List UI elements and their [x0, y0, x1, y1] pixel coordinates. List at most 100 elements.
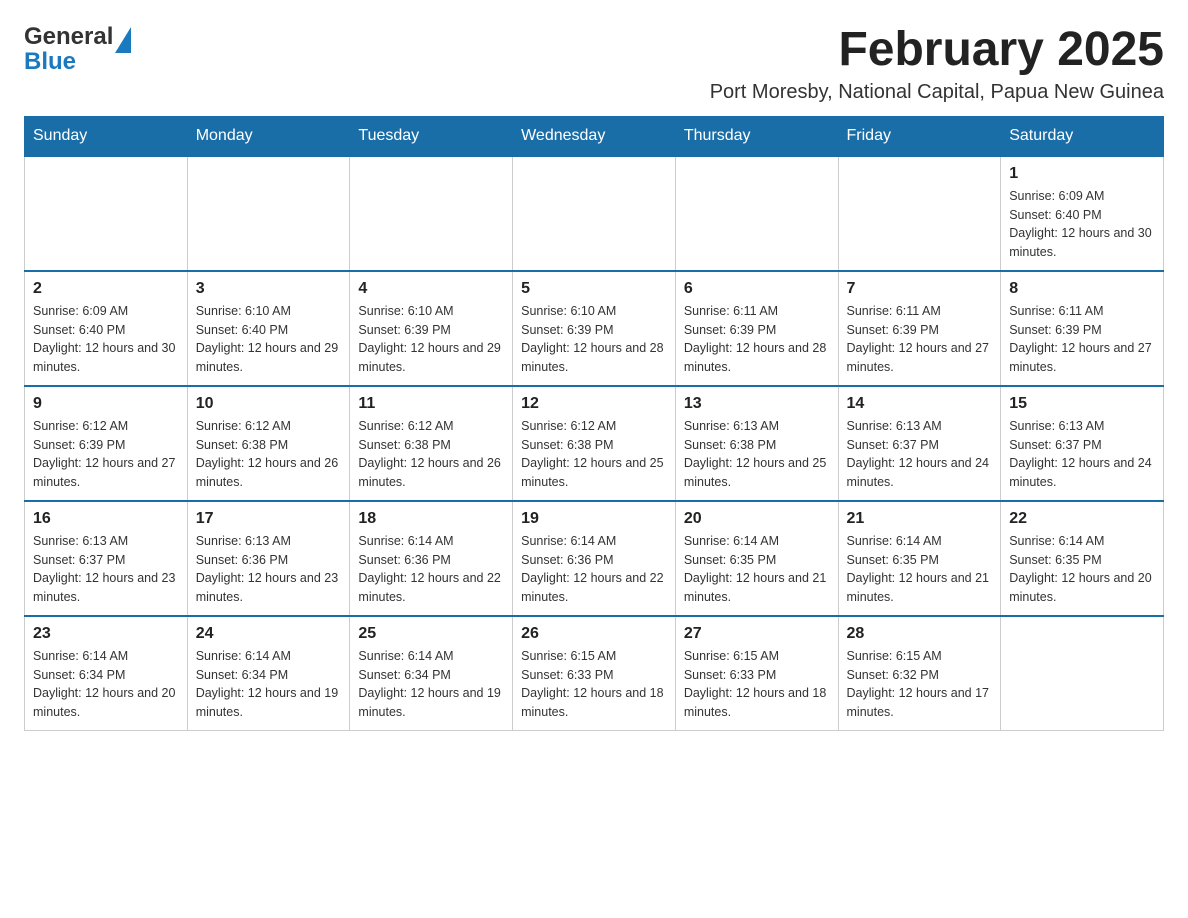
- day-info: Sunrise: 6:13 AMSunset: 6:36 PMDaylight:…: [196, 532, 342, 607]
- day-number: 17: [196, 510, 342, 528]
- calendar-week-3: 9 Sunrise: 6:12 AMSunset: 6:39 PMDaylight…: [25, 386, 1164, 501]
- day-info: Sunrise: 6:11 AMSunset: 6:39 PMDaylight:…: [1009, 302, 1155, 377]
- calendar-cell-w3-d2: 10 Sunrise: 6:12 AMSunset: 6:38 PMDayligh…: [187, 386, 350, 501]
- day-info: Sunrise: 6:14 AMSunset: 6:35 PMDaylight:…: [847, 532, 993, 607]
- calendar-cell-w1-d2: [187, 156, 350, 271]
- day-number: 10: [196, 395, 342, 413]
- calendar-cell-w2-d6: 7 Sunrise: 6:11 AMSunset: 6:39 PMDaylight…: [838, 271, 1001, 386]
- calendar-header-row: Sunday Monday Tuesday Wednesday Thursday…: [25, 116, 1164, 156]
- day-number: 24: [196, 625, 342, 643]
- calendar-cell-w2-d3: 4 Sunrise: 6:10 AMSunset: 6:39 PMDaylight…: [350, 271, 513, 386]
- calendar-cell-w5-d4: 26 Sunrise: 6:15 AMSunset: 6:33 PMDayligh…: [513, 616, 676, 731]
- day-number: 14: [847, 395, 993, 413]
- day-info: Sunrise: 6:14 AMSunset: 6:34 PMDaylight:…: [358, 647, 504, 722]
- header-sunday: Sunday: [25, 116, 188, 156]
- calendar-cell-w3-d3: 11Sunrise: 6:12 AMSunset: 6:38 PMDayligh…: [350, 386, 513, 501]
- calendar-cell-w3-d1: 9 Sunrise: 6:12 AMSunset: 6:39 PMDaylight…: [25, 386, 188, 501]
- day-info: Sunrise: 6:14 AMSunset: 6:36 PMDaylight:…: [521, 532, 667, 607]
- day-info: Sunrise: 6:11 AMSunset: 6:39 PMDaylight:…: [684, 302, 830, 377]
- calendar-cell-w1-d3: [350, 156, 513, 271]
- calendar-table: Sunday Monday Tuesday Wednesday Thursday…: [24, 116, 1164, 731]
- header-tuesday: Tuesday: [350, 116, 513, 156]
- calendar-cell-w3-d7: 15 Sunrise: 6:13 AMSunset: 6:37 PMDayligh…: [1001, 386, 1164, 501]
- calendar-cell-w2-d2: 3 Sunrise: 6:10 AMSunset: 6:40 PMDaylight…: [187, 271, 350, 386]
- calendar-cell-w2-d4: 5 Sunrise: 6:10 AMSunset: 6:39 PMDaylight…: [513, 271, 676, 386]
- day-number: 19: [521, 510, 667, 528]
- calendar-cell-w4-d4: 19 Sunrise: 6:14 AMSunset: 6:36 PMDayligh…: [513, 501, 676, 616]
- calendar-cell-w4-d5: 20Sunrise: 6:14 AMSunset: 6:35 PMDayligh…: [675, 501, 838, 616]
- day-number: 1: [1009, 165, 1155, 183]
- calendar-cell-w4-d6: 21 Sunrise: 6:14 AMSunset: 6:35 PMDayligh…: [838, 501, 1001, 616]
- day-number: 16: [33, 510, 179, 528]
- calendar-cell-w5-d5: 27Sunrise: 6:15 AMSunset: 6:33 PMDayligh…: [675, 616, 838, 731]
- day-info: Sunrise: 6:10 AMSunset: 6:39 PMDaylight:…: [521, 302, 667, 377]
- day-number: 4: [358, 280, 504, 298]
- calendar-cell-w5-d6: 28Sunrise: 6:15 AMSunset: 6:32 PMDayligh…: [838, 616, 1001, 731]
- day-info: Sunrise: 6:13 AMSunset: 6:37 PMDaylight:…: [33, 532, 179, 607]
- day-number: 2: [33, 280, 179, 298]
- calendar-cell-w1-d7: 1 Sunrise: 6:09 AMSunset: 6:40 PMDaylight…: [1001, 156, 1164, 271]
- calendar-cell-w2-d1: 2 Sunrise: 6:09 AMSunset: 6:40 PMDaylight…: [25, 271, 188, 386]
- calendar-cell-w2-d5: 6 Sunrise: 6:11 AMSunset: 6:39 PMDaylight…: [675, 271, 838, 386]
- calendar-cell-w2-d7: 8 Sunrise: 6:11 AMSunset: 6:39 PMDaylight…: [1001, 271, 1164, 386]
- day-info: Sunrise: 6:11 AMSunset: 6:39 PMDaylight:…: [847, 302, 993, 377]
- calendar-cell-w5-d7: [1001, 616, 1164, 731]
- day-info: Sunrise: 6:15 AMSunset: 6:33 PMDaylight:…: [684, 647, 830, 722]
- day-number: 13: [684, 395, 830, 413]
- day-info: Sunrise: 6:09 AMSunset: 6:40 PMDaylight:…: [1009, 187, 1155, 262]
- page-title: February 2025: [710, 24, 1164, 77]
- calendar-cell-w1-d4: [513, 156, 676, 271]
- day-number: 20: [684, 510, 830, 528]
- calendar-cell-w5-d3: 25 Sunrise: 6:14 AMSunset: 6:34 PMDayligh…: [350, 616, 513, 731]
- page-header: General Blue February 2025 Port Moresby,…: [24, 24, 1164, 104]
- day-number: 7: [847, 280, 993, 298]
- calendar-cell-w1-d5: [675, 156, 838, 271]
- title-section: February 2025 Port Moresby, National Cap…: [710, 24, 1164, 104]
- day-info: Sunrise: 6:12 AMSunset: 6:38 PMDaylight:…: [521, 417, 667, 492]
- header-wednesday: Wednesday: [513, 116, 676, 156]
- day-number: 25: [358, 625, 504, 643]
- calendar-cell-w4-d7: 22Sunrise: 6:14 AMSunset: 6:35 PMDayligh…: [1001, 501, 1164, 616]
- calendar-cell-w4-d3: 18 Sunrise: 6:14 AMSunset: 6:36 PMDayligh…: [350, 501, 513, 616]
- logo-arrow-icon: [115, 27, 131, 53]
- day-number: 6: [684, 280, 830, 298]
- logo: General Blue: [24, 24, 133, 74]
- day-number: 5: [521, 280, 667, 298]
- day-number: 8: [1009, 280, 1155, 298]
- day-info: Sunrise: 6:14 AMSunset: 6:34 PMDaylight:…: [33, 647, 179, 722]
- day-info: Sunrise: 6:09 AMSunset: 6:40 PMDaylight:…: [33, 302, 179, 377]
- day-number: 22: [1009, 510, 1155, 528]
- day-info: Sunrise: 6:15 AMSunset: 6:33 PMDaylight:…: [521, 647, 667, 722]
- header-thursday: Thursday: [675, 116, 838, 156]
- day-info: Sunrise: 6:13 AMSunset: 6:37 PMDaylight:…: [1009, 417, 1155, 492]
- day-info: Sunrise: 6:10 AMSunset: 6:39 PMDaylight:…: [358, 302, 504, 377]
- day-info: Sunrise: 6:15 AMSunset: 6:32 PMDaylight:…: [847, 647, 993, 722]
- day-info: Sunrise: 6:14 AMSunset: 6:36 PMDaylight:…: [358, 532, 504, 607]
- calendar-cell-w4-d2: 17 Sunrise: 6:13 AMSunset: 6:36 PMDayligh…: [187, 501, 350, 616]
- calendar-week-5: 23 Sunrise: 6:14 AMSunset: 6:34 PMDayligh…: [25, 616, 1164, 731]
- day-info: Sunrise: 6:13 AMSunset: 6:38 PMDaylight:…: [684, 417, 830, 492]
- day-number: 15: [1009, 395, 1155, 413]
- header-saturday: Saturday: [1001, 116, 1164, 156]
- calendar-cell-w3-d5: 13 Sunrise: 6:13 AMSunset: 6:38 PMDayligh…: [675, 386, 838, 501]
- day-info: Sunrise: 6:12 AMSunset: 6:39 PMDaylight:…: [33, 417, 179, 492]
- day-number: 26: [521, 625, 667, 643]
- day-number: 3: [196, 280, 342, 298]
- header-monday: Monday: [187, 116, 350, 156]
- calendar-cell-w1-d6: [838, 156, 1001, 271]
- page-subtitle: Port Moresby, National Capital, Papua Ne…: [710, 81, 1164, 104]
- calendar-cell-w5-d1: 23 Sunrise: 6:14 AMSunset: 6:34 PMDayligh…: [25, 616, 188, 731]
- day-info: Sunrise: 6:12 AMSunset: 6:38 PMDaylight:…: [196, 417, 342, 492]
- day-info: Sunrise: 6:12 AMSunset: 6:38 PMDaylight:…: [358, 417, 504, 492]
- day-number: 18: [358, 510, 504, 528]
- day-info: Sunrise: 6:13 AMSunset: 6:37 PMDaylight:…: [847, 417, 993, 492]
- day-number: 23: [33, 625, 179, 643]
- day-number: 9: [33, 395, 179, 413]
- day-number: 21: [847, 510, 993, 528]
- calendar-week-4: 16 Sunrise: 6:13 AMSunset: 6:37 PMDayligh…: [25, 501, 1164, 616]
- calendar-cell-w3-d4: 12Sunrise: 6:12 AMSunset: 6:38 PMDayligh…: [513, 386, 676, 501]
- calendar-cell-w4-d1: 16 Sunrise: 6:13 AMSunset: 6:37 PMDayligh…: [25, 501, 188, 616]
- logo-blue-text: Blue: [24, 50, 76, 74]
- calendar-cell-w5-d2: 24Sunrise: 6:14 AMSunset: 6:34 PMDayligh…: [187, 616, 350, 731]
- day-info: Sunrise: 6:10 AMSunset: 6:40 PMDaylight:…: [196, 302, 342, 377]
